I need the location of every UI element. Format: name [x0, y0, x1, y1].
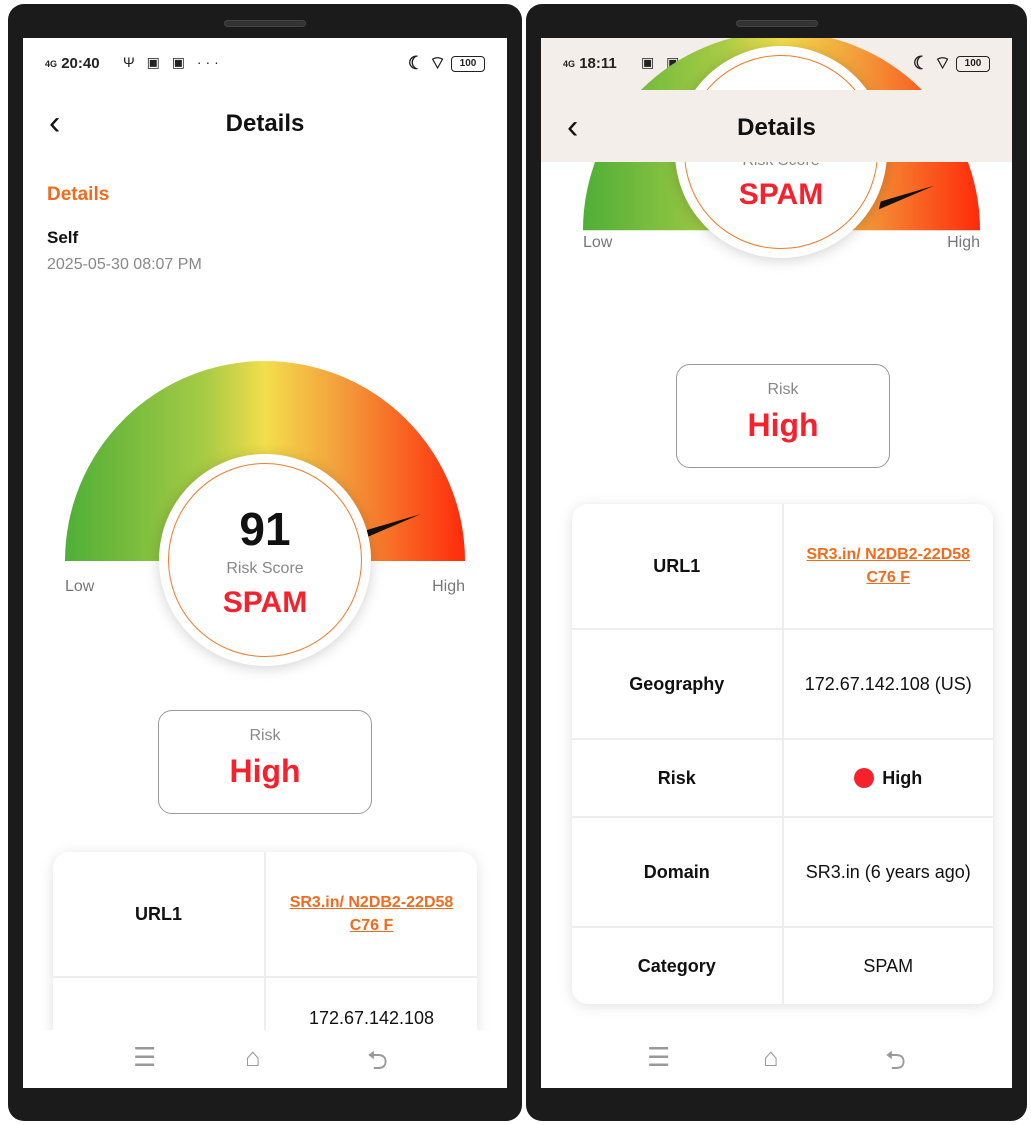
table-row: Geography 172.67.142.108 (US) — [572, 630, 993, 740]
menu-icon[interactable]: ☰ — [133, 1042, 156, 1073]
phone-left: 4G 20:40 Ψ ▣ ▣ ··· ☾ ⌔ 100 ‹ Details Det… — [8, 4, 522, 1121]
table-row: URL1 SR3.in/ N2DB2-22D58C76 F — [53, 852, 477, 978]
row-key: Category — [572, 928, 784, 1004]
app-bar: ‹ Details — [23, 90, 507, 154]
home-icon[interactable]: ⌂ — [245, 1042, 261, 1073]
signal-icon: 4G — [45, 58, 58, 69]
table-row: Risk High — [572, 740, 993, 818]
phone-right: 4G 18:11 ▣ ▣ Ψ ··· ☾ ⌔ 100 — [526, 4, 1027, 1121]
gauge-high-label: High — [947, 234, 980, 251]
row-value-risk: High — [784, 740, 994, 816]
verdict-label: SPAM — [222, 586, 308, 619]
risk-summary-box: Risk High — [158, 710, 372, 814]
section-title: Details — [47, 184, 110, 205]
table-row: URL1 SR3.in/ N2DB2-22D58C76 F — [572, 504, 993, 630]
verdict-label: SPAM — [738, 178, 824, 211]
risk-gauge: 91 Risk Score SPAM Low High — [63, 354, 467, 674]
system-nav-bar: ☰ ⌂ ⮌ — [541, 1030, 1012, 1088]
row-value: SR3.in (6 years ago) — [805, 862, 971, 882]
battery-icon: 100 — [451, 56, 485, 73]
status-icons-right: ☾ ⌔ 100 — [408, 52, 485, 75]
risk-value: High — [747, 407, 819, 443]
notification-icons: Ψ ▣ ▣ ··· — [123, 54, 223, 70]
app-bar: ‹ Details — [541, 90, 1012, 162]
moon-icon: ☾ — [407, 53, 425, 73]
risk-label: Risk — [767, 381, 799, 398]
gauge-low-label: Low — [583, 234, 613, 251]
row-value: 172.67.142.108 (US) — [804, 674, 972, 694]
timestamp: 2025-05-30 08:07 PM — [47, 256, 202, 273]
risk-dot-icon — [854, 768, 875, 788]
gauge-low-label: Low — [65, 578, 95, 595]
row-key: URL1 — [572, 504, 784, 628]
row-value: SPAM — [863, 955, 914, 976]
table-row: Domain SR3.in (6 years ago) — [572, 818, 993, 928]
speaker — [735, 20, 818, 27]
risk-summary-box: Risk High — [676, 364, 890, 468]
back-icon[interactable]: ⮌ — [367, 1042, 388, 1086]
status-time: 4G 20:40 — [45, 55, 100, 72]
url-link[interactable]: SR3.in/ N2DB2-22D58C76 F — [784, 504, 994, 628]
details-table: URL1 SR3.in/ N2DB2-22D58C76 F Geography … — [572, 504, 993, 1004]
signal-icon: 4G — [563, 58, 576, 69]
url-link[interactable]: SR3.in/ N2DB2-22D58C76 F — [266, 852, 477, 976]
back-icon[interactable]: ⮌ — [885, 1042, 906, 1086]
wifi-icon: ⌔ — [429, 53, 446, 73]
page-title: Details — [225, 110, 305, 137]
status-bar: 4G 20:40 Ψ ▣ ▣ ··· ☾ ⌔ 100 — [23, 38, 507, 90]
row-key: Geography — [572, 630, 784, 738]
system-nav-bar: ☰ ⌂ ⮌ — [23, 1030, 507, 1088]
score-circle: 91 Risk Score SPAM — [159, 454, 371, 666]
table-row: Category SPAM — [572, 928, 993, 1004]
row-key: Risk — [572, 740, 784, 816]
row-key: URL1 — [53, 852, 266, 976]
sender: Self — [47, 228, 79, 247]
risk-level: High — [882, 767, 923, 788]
risk-label: Risk — [249, 727, 281, 744]
row-key: Domain — [572, 818, 784, 926]
gauge-high-label: High — [432, 578, 465, 595]
screen-left: 4G 20:40 Ψ ▣ ▣ ··· ☾ ⌔ 100 ‹ Details Det… — [23, 38, 507, 1088]
screen-right: 4G 18:11 ▣ ▣ Ψ ··· ☾ ⌔ 100 — [541, 38, 1012, 1088]
risk-score-label: Risk Score — [226, 560, 304, 577]
menu-icon[interactable]: ☰ — [647, 1042, 670, 1073]
home-icon[interactable]: ⌂ — [763, 1042, 779, 1073]
clock: 20:40 — [61, 55, 100, 72]
speaker — [224, 20, 306, 27]
risk-gauge: 91 Risk Score SPAM Low High — [581, 38, 982, 344]
page-title: Details — [737, 114, 816, 141]
risk-score-value: 91 — [239, 503, 291, 555]
risk-value: High — [229, 753, 301, 789]
